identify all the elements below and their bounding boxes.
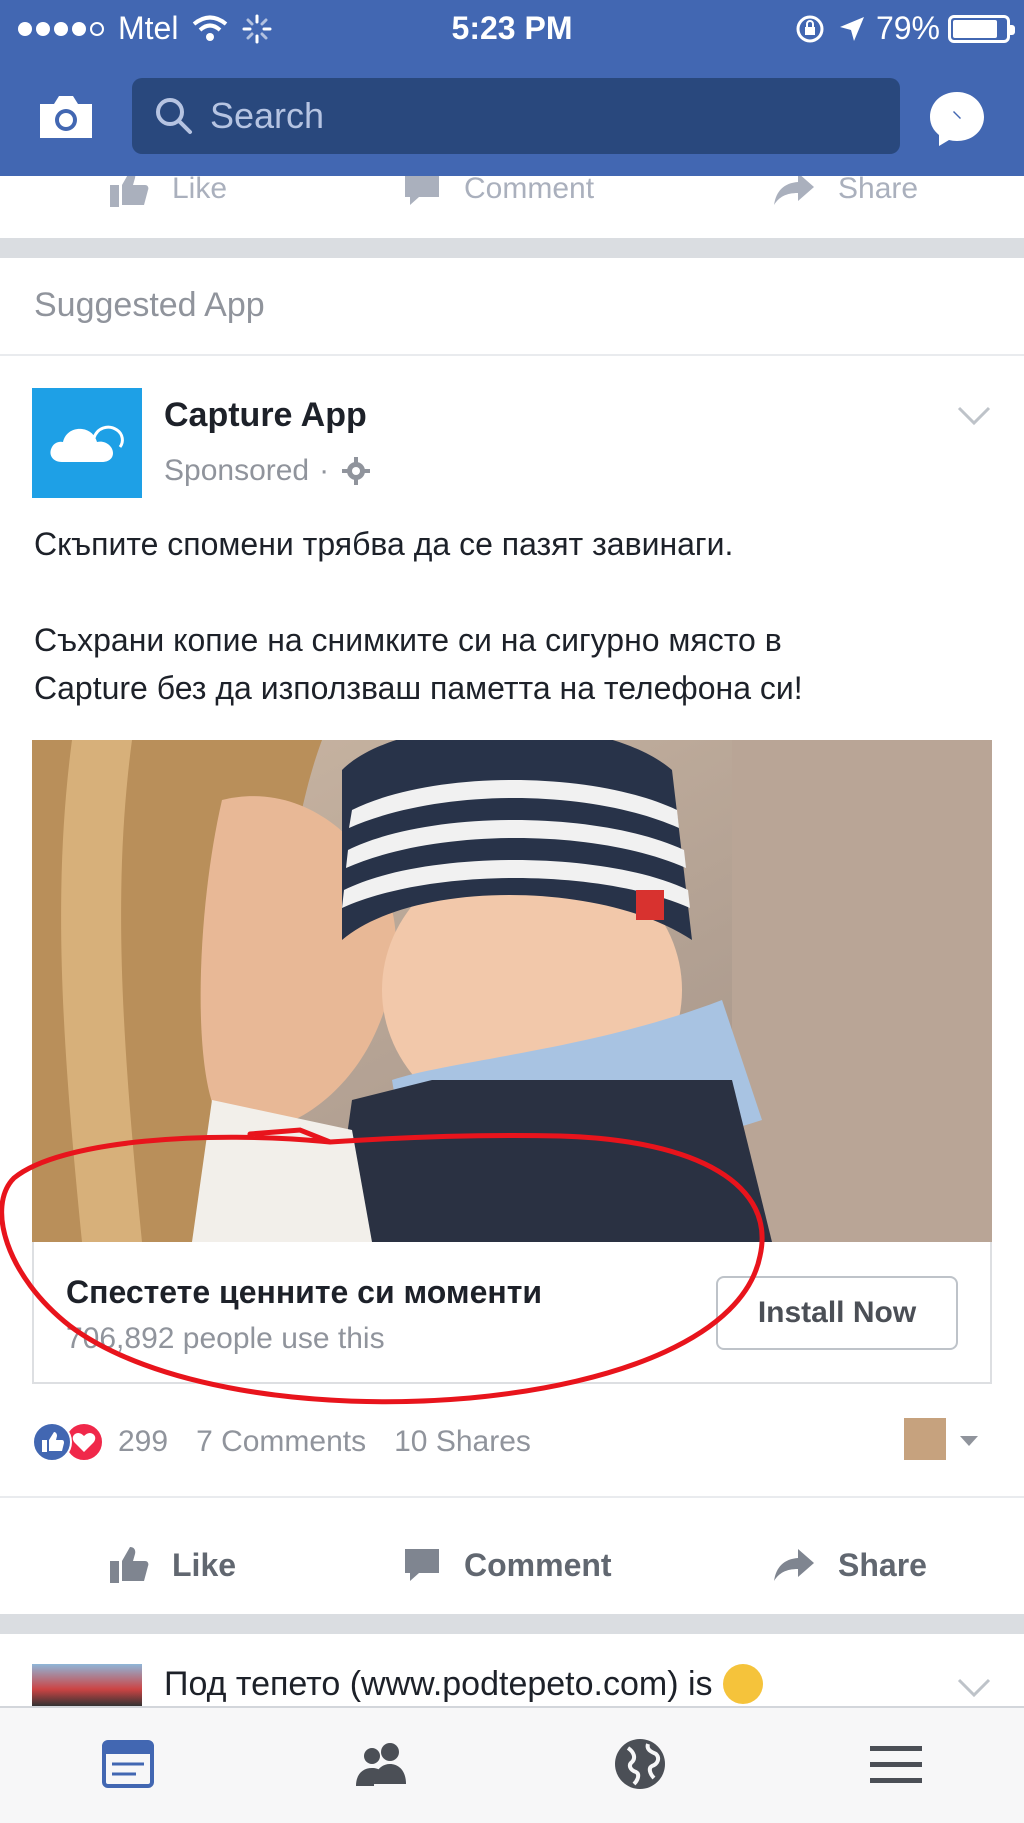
install-now-button[interactable]: Install Now bbox=[716, 1276, 958, 1350]
reaction-count: 299 bbox=[118, 1425, 169, 1458]
like-button[interactable]: Like bbox=[108, 1530, 236, 1600]
previous-like-label: Like bbox=[172, 176, 228, 205]
next-post-avatar[interactable] bbox=[32, 1664, 142, 1706]
comments-count[interactable]: 7 Comments bbox=[196, 1425, 366, 1459]
notifications-globe-icon[interactable] bbox=[608, 1734, 672, 1794]
battery-icon bbox=[948, 14, 1015, 43]
ad-headline[interactable]: Спестете ценните си моменти bbox=[66, 1274, 542, 1311]
search-input[interactable] bbox=[210, 90, 870, 142]
shares-count[interactable]: 10 Shares bbox=[394, 1425, 531, 1459]
post-text-line: Скъпите спомени трябва да се пазят завин… bbox=[34, 526, 734, 562]
post-separator bbox=[0, 238, 1024, 258]
news-feed-icon[interactable] bbox=[96, 1734, 160, 1794]
cloud-icon bbox=[50, 425, 124, 462]
dot-separator: · bbox=[319, 454, 330, 487]
comment-button[interactable]: Comment bbox=[402, 1530, 612, 1600]
share-label: Share bbox=[838, 1546, 927, 1583]
like-reaction-icon bbox=[32, 1422, 72, 1462]
page-name[interactable]: Capture App bbox=[164, 396, 367, 435]
capture-app-logo[interactable] bbox=[32, 388, 142, 498]
sponsored-label: Sponsored · bbox=[164, 454, 371, 488]
previous-share-label: Share bbox=[838, 176, 919, 205]
previous-like-button[interactable]: Like bbox=[108, 176, 227, 224]
comment-label: Comment bbox=[464, 1546, 612, 1583]
ad-usage-count: 706,892 people use this bbox=[66, 1322, 385, 1355]
orientation-lock-icon bbox=[796, 15, 824, 42]
next-post-header: Под тепето (www.podtepeto.com) is bbox=[164, 1664, 763, 1704]
post-text-line: Capture без да използваш паметта на теле… bbox=[34, 670, 803, 706]
divider bbox=[0, 1496, 1024, 1498]
share-icon bbox=[774, 176, 814, 205]
menu-icon[interactable] bbox=[864, 1734, 928, 1794]
post-separator bbox=[0, 1614, 1024, 1634]
next-post-title[interactable]: Под тепето (www.podtepeto.com) is bbox=[164, 1665, 713, 1704]
mother-kissing-baby-photo bbox=[32, 740, 992, 1242]
post-options-chevron-icon[interactable] bbox=[956, 1676, 992, 1700]
camera-icon[interactable] bbox=[36, 92, 96, 142]
previous-post-actions: Like Comment Share bbox=[0, 176, 1024, 238]
divider bbox=[0, 354, 1024, 356]
reactions-bar[interactable]: 299 7 Comments 10 Shares bbox=[32, 1418, 992, 1466]
share-icon bbox=[774, 1549, 814, 1581]
battery-percentage: 79% bbox=[875, 10, 940, 46]
viewer-avatar[interactable] bbox=[904, 1418, 946, 1460]
search-bar[interactable] bbox=[132, 78, 900, 154]
like-icon bbox=[110, 1547, 149, 1583]
like-icon bbox=[110, 176, 149, 207]
comment-icon bbox=[405, 176, 439, 205]
post-text-line: Съхрани копие на снимките си на сигурно … bbox=[34, 622, 782, 658]
top-bar: Mtel 5:23 PM 79% Search bbox=[0, 0, 1024, 176]
like-label: Like bbox=[172, 1546, 237, 1583]
friends-icon[interactable] bbox=[350, 1734, 414, 1794]
post-options-chevron-icon[interactable] bbox=[956, 404, 992, 428]
status-bar: Mtel 5:23 PM 79% bbox=[0, 0, 1024, 56]
bottom-tab-bar bbox=[0, 1706, 1024, 1823]
previous-comment-label: Comment bbox=[464, 176, 595, 205]
suggested-app-label: Suggested App bbox=[34, 286, 265, 324]
share-button[interactable]: Share bbox=[772, 1530, 927, 1600]
search-icon bbox=[156, 98, 192, 134]
post-actions: Like Comment Share bbox=[0, 1530, 1024, 1600]
location-arrow-icon bbox=[839, 16, 864, 41]
sponsored-text: Sponsored bbox=[164, 454, 310, 487]
gear-icon bbox=[342, 457, 371, 485]
ad-photo[interactable] bbox=[32, 740, 992, 1242]
caret-down-icon[interactable] bbox=[958, 1434, 980, 1448]
comment-icon bbox=[405, 1549, 439, 1581]
messenger-icon[interactable] bbox=[926, 88, 988, 150]
previous-comment-button[interactable]: Comment bbox=[402, 176, 594, 224]
emoji-icon bbox=[722, 1664, 763, 1704]
previous-share-button[interactable]: Share bbox=[772, 176, 918, 224]
